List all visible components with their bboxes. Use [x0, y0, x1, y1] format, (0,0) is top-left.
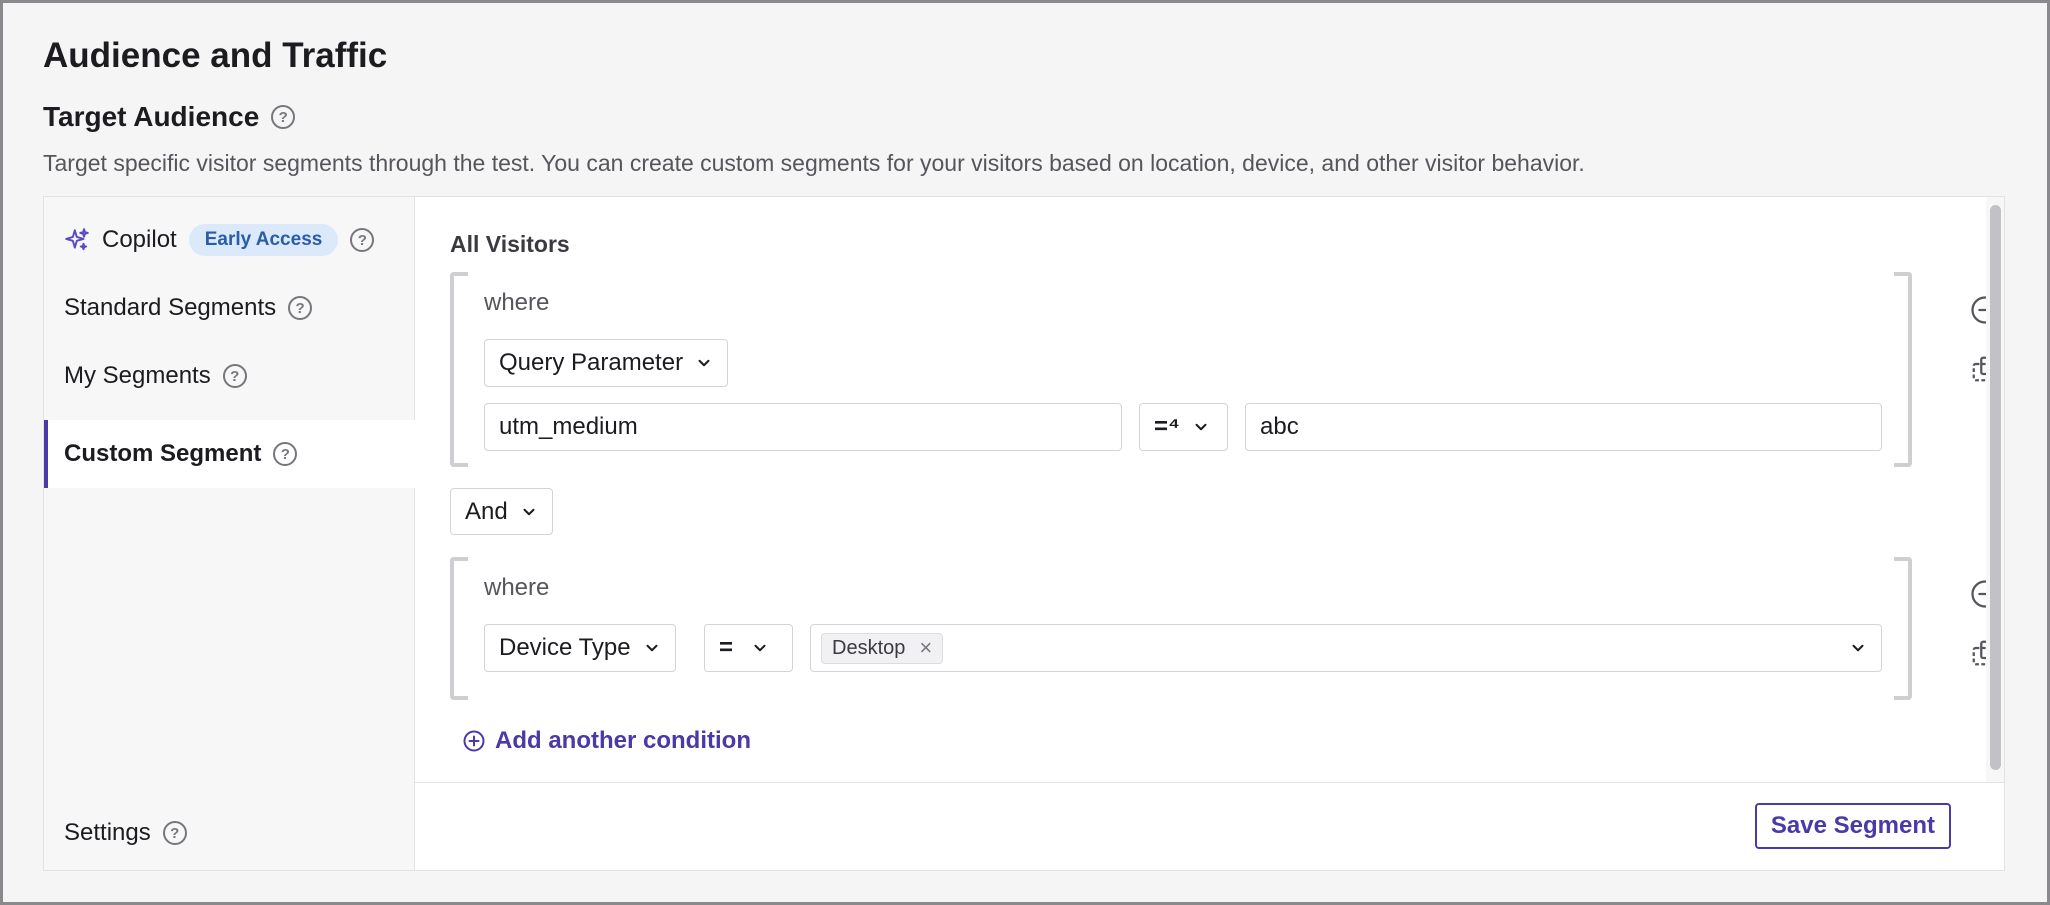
param-name-value: utm_medium — [499, 413, 638, 440]
help-icon[interactable]: ? — [288, 296, 313, 320]
sidebar-item-my-segments[interactable]: My Segments ? — [44, 343, 415, 409]
operator-select-value: = — [719, 634, 734, 661]
group-bracket-left — [450, 272, 468, 467]
sidebar-item-label: My Segments — [64, 362, 211, 389]
device-multiselect[interactable]: Desktop × — [810, 624, 1882, 672]
plus-circle-icon — [463, 730, 485, 752]
where-label: where — [484, 574, 550, 601]
attribute-select[interactable]: Device Type — [484, 624, 676, 672]
sidebar-item-copilot[interactable]: Copilot Early Access ? — [44, 207, 415, 273]
condition-group: where Device Type = Desktop × — [450, 557, 1912, 700]
help-icon[interactable]: ? — [162, 821, 187, 845]
close-icon[interactable]: × — [919, 637, 932, 659]
sparkle-icon — [65, 228, 89, 251]
segment-sidebar: Copilot Early Access ? Standard Segments… — [44, 197, 415, 870]
attribute-select-value: Query Parameter — [499, 349, 684, 376]
scrollbar-thumb[interactable] — [1990, 205, 2001, 770]
editor-footer: Save Segment — [415, 782, 2004, 870]
target-audience-title: Target Audience — [43, 101, 260, 132]
group-bracket-left — [450, 557, 468, 700]
sidebar-item-label: Custom Segment — [64, 440, 262, 467]
sidebar-item-standard-segments[interactable]: Standard Segments ? — [44, 275, 415, 341]
param-name-input[interactable]: utm_medium — [484, 403, 1122, 451]
selected-chip-desktop: Desktop × — [821, 632, 944, 664]
sidebar-item-custom-segment[interactable]: Custom Segment ? — [44, 420, 415, 488]
save-segment-button[interactable]: Save Segment — [1754, 803, 1951, 849]
chevron-down-icon — [754, 644, 766, 652]
chevron-down-icon — [1195, 423, 1207, 431]
chevron-down-icon — [1852, 644, 1864, 652]
condition-group: where Query Parameter utm_medium =⁴ abc — [450, 272, 1912, 467]
early-access-badge: Early Access — [188, 224, 339, 256]
segment-panel: Copilot Early Access ? Standard Segments… — [43, 196, 2005, 871]
group-bracket-right — [1894, 557, 1912, 700]
help-icon[interactable]: ? — [271, 105, 296, 129]
help-icon[interactable]: ? — [273, 442, 298, 466]
sidebar-item-settings[interactable]: Settings ? — [44, 800, 415, 866]
segment-editor: All Visitors where Query Parameter utm_m… — [415, 197, 2004, 870]
group-bracket-right — [1894, 272, 1912, 467]
operator-select[interactable]: = — [704, 624, 793, 672]
sidebar-item-label: Copilot — [102, 226, 177, 253]
chevron-down-icon — [523, 508, 535, 515]
joiner-select[interactable]: And — [450, 488, 553, 535]
scrollbar[interactable] — [1986, 197, 2004, 782]
add-condition-label: Add another condition — [495, 727, 751, 754]
where-label: where — [484, 289, 550, 316]
operator-select-value: =⁴ — [1154, 413, 1180, 440]
chevron-down-icon — [646, 644, 658, 652]
page-title: Audience and Traffic — [43, 36, 388, 75]
sidebar-item-label: Standard Segments — [64, 294, 277, 321]
chip-label: Desktop — [832, 636, 906, 659]
chevron-down-icon — [698, 359, 710, 367]
operator-select[interactable]: =⁴ — [1139, 403, 1228, 451]
attribute-select-value: Device Type — [499, 634, 631, 661]
attribute-select[interactable]: Query Parameter — [484, 339, 729, 387]
help-icon[interactable]: ? — [222, 364, 247, 388]
joiner-select-value: And — [465, 497, 508, 525]
all-visitors-heading: All Visitors — [450, 231, 570, 257]
sidebar-item-label: Settings — [64, 819, 151, 846]
help-icon[interactable]: ? — [350, 228, 375, 252]
target-audience-description: Target specific visitor segments through… — [43, 150, 1585, 176]
target-audience-heading: Target Audience ? — [43, 101, 296, 133]
value-input[interactable]: abc — [1245, 403, 1882, 451]
add-condition-button[interactable]: Add another condition — [462, 727, 751, 755]
value-input-value: abc — [1260, 413, 1299, 440]
